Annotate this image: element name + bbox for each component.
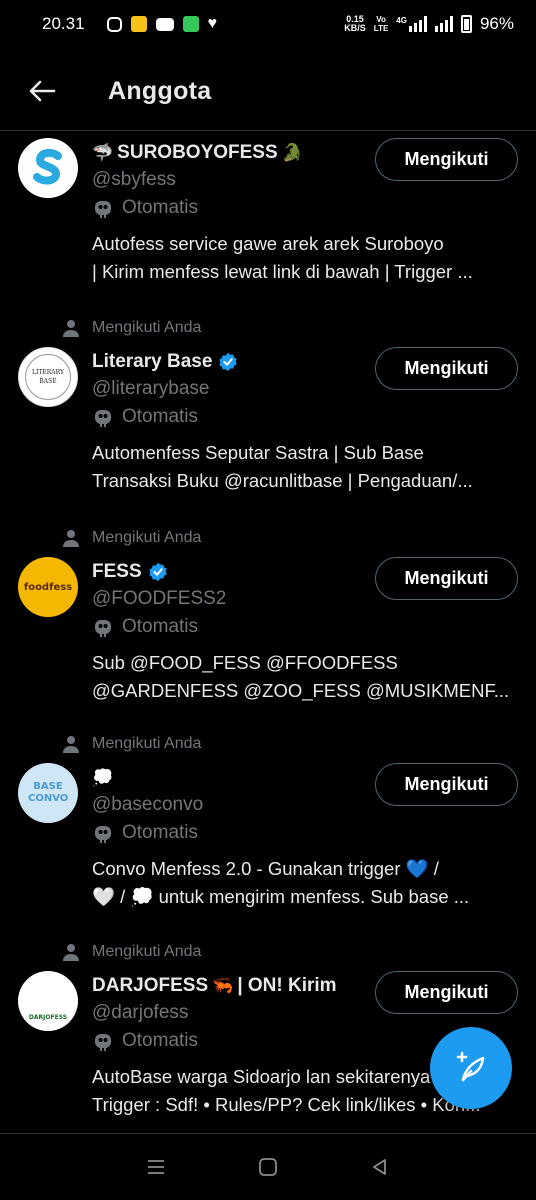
robot-icon [95, 1034, 111, 1051]
avatar[interactable] [18, 138, 78, 198]
square-icon [259, 1158, 277, 1176]
person-icon [63, 320, 79, 337]
bio: Sub @FOOD_FESS @FFOODFESS @GARDENFESS @Z… [92, 652, 510, 701]
following-button[interactable]: Mengikuti [375, 138, 518, 181]
notification-icons: ♥ [106, 15, 218, 32]
member-item-baseconvo[interactable]: Mengikuti Anda BASE CONVO 💭 @baseconvo O… [0, 732, 536, 940]
verified-badge-icon [148, 562, 167, 582]
follows-you-label: Mengikuti Anda [60, 735, 201, 753]
signal-icon-2 [434, 16, 453, 32]
battery-icon [460, 15, 472, 33]
volte-indicator: Vo LTE [373, 15, 389, 33]
bio: Automenfess Seputar Sastra | Sub Base Tr… [92, 442, 473, 491]
feather-plus-icon [456, 1051, 485, 1082]
follows-you-label: Mengikuti Anda [60, 319, 201, 337]
triangle-back-icon [373, 1159, 386, 1175]
avatar[interactable]: BASE CONVO [18, 763, 78, 823]
automated-label: Otomatis [92, 613, 522, 641]
status-bar: 20.31 ♥ 0.15 KB/S Vo LTE 4G 96% [0, 0, 536, 48]
bio: Convo Menfess 2.0 - Gunakan trigger 💙 / … [92, 858, 470, 907]
robot-icon [95, 620, 111, 637]
automated-label: Otomatis [92, 819, 522, 847]
instagram-icon [106, 16, 122, 32]
youtube-icon [155, 17, 174, 31]
page-title: Anggota [108, 76, 212, 105]
list-item[interactable]: 🦈 SUROBOYOFESS 🐊 @sbyfess Otomatis Autof… [0, 131, 536, 317]
network-speed: 0.15 KB/S [344, 14, 366, 33]
back-button[interactable] [0, 56, 84, 126]
robot-icon [95, 201, 111, 218]
home-button[interactable] [248, 1147, 288, 1187]
arrow-left-icon [29, 80, 56, 102]
header: Anggota [0, 56, 536, 126]
network-type: 4G [396, 16, 407, 25]
avatar[interactable]: LITERARY BASE [18, 347, 78, 407]
avatar[interactable]: foodfess [18, 557, 78, 617]
robot-icon [95, 826, 111, 843]
robot-icon [95, 410, 111, 427]
following-button[interactable]: Mengikuti [375, 971, 518, 1014]
heart-icon: ♥ [207, 15, 218, 32]
compose-tweet-button[interactable] [430, 1027, 512, 1109]
follows-you-label: Mengikuti Anda [60, 943, 201, 961]
member-item-foodfess[interactable]: Mengikuti Anda foodfess FESS @FOODFESS2 … [0, 526, 536, 732]
verified-badge-icon [219, 352, 238, 372]
system-nav-bar [0, 1134, 536, 1200]
person-icon [63, 736, 79, 753]
following-button[interactable]: Mengikuti [375, 557, 518, 600]
member-item-literarybase[interactable]: Mengikuti Anda LITERARY BASE Literary Ba… [0, 316, 536, 522]
follows-you-label: Mengikuti Anda [60, 529, 201, 547]
battery-percent: 96% [479, 14, 514, 33]
signal-icon [408, 16, 427, 32]
person-icon [63, 944, 79, 961]
recent-apps-button[interactable] [136, 1147, 176, 1187]
following-button[interactable]: Mengikuti [375, 347, 518, 390]
automated-label: Otomatis [92, 194, 522, 222]
status-time: 20.31 [42, 14, 85, 33]
back-nav-button[interactable] [360, 1147, 400, 1187]
automated-label: Otomatis [92, 403, 522, 431]
menu-lines-icon [148, 1160, 164, 1174]
s-logo-icon [33, 148, 62, 185]
person-icon [63, 530, 79, 547]
chat-app-icon [182, 16, 199, 32]
bio: Autofess service gawe arek arek Suroboyo… [92, 233, 473, 282]
app-notification-icon [130, 16, 147, 32]
following-button[interactable]: Mengikuti [375, 763, 518, 806]
avatar[interactable]: DARJOFESS [18, 971, 78, 1031]
